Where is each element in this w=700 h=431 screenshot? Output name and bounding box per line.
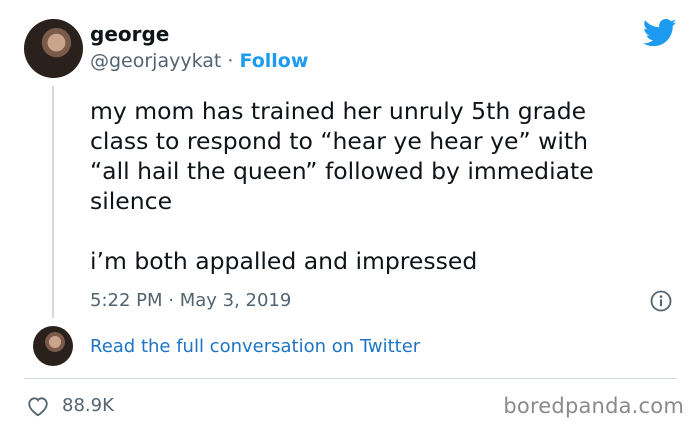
author-handle[interactable]: @georjayykat: [90, 50, 221, 72]
conversation-avatar: [33, 326, 73, 366]
follow-button[interactable]: Follow: [240, 50, 309, 72]
twitter-bird-icon[interactable]: [643, 18, 677, 48]
likes-count: 88.9K: [62, 395, 114, 416]
tweet-line: class to respond to “hear ye hear ye” wi…: [90, 127, 588, 155]
info-icon[interactable]: [650, 290, 672, 312]
author-avatar[interactable]: [24, 19, 83, 78]
tweet-line: i’m both appalled and impressed: [90, 247, 478, 275]
handle-separator: ·: [227, 50, 234, 72]
author-name[interactable]: george: [90, 22, 169, 46]
tweet-timestamp[interactable]: 5:22 PM · May 3, 2019: [90, 290, 291, 311]
read-conversation-link[interactable]: Read the full conversation on Twitter: [90, 336, 420, 357]
author-handle-row: @georjayykat · Follow: [90, 50, 308, 72]
tweet-text: my mom has trained her unruly 5th grade …: [90, 96, 680, 276]
tweet-line: “all hail the queen” followed by immedia…: [90, 157, 594, 185]
watermark: boredpanda.com: [503, 394, 684, 418]
heart-icon[interactable]: [26, 395, 50, 417]
tweet-line: my mom has trained her unruly 5th grade: [90, 97, 587, 125]
thread-connector-line: [52, 86, 54, 318]
divider: [24, 378, 676, 379]
tweet-line: silence: [90, 187, 173, 215]
